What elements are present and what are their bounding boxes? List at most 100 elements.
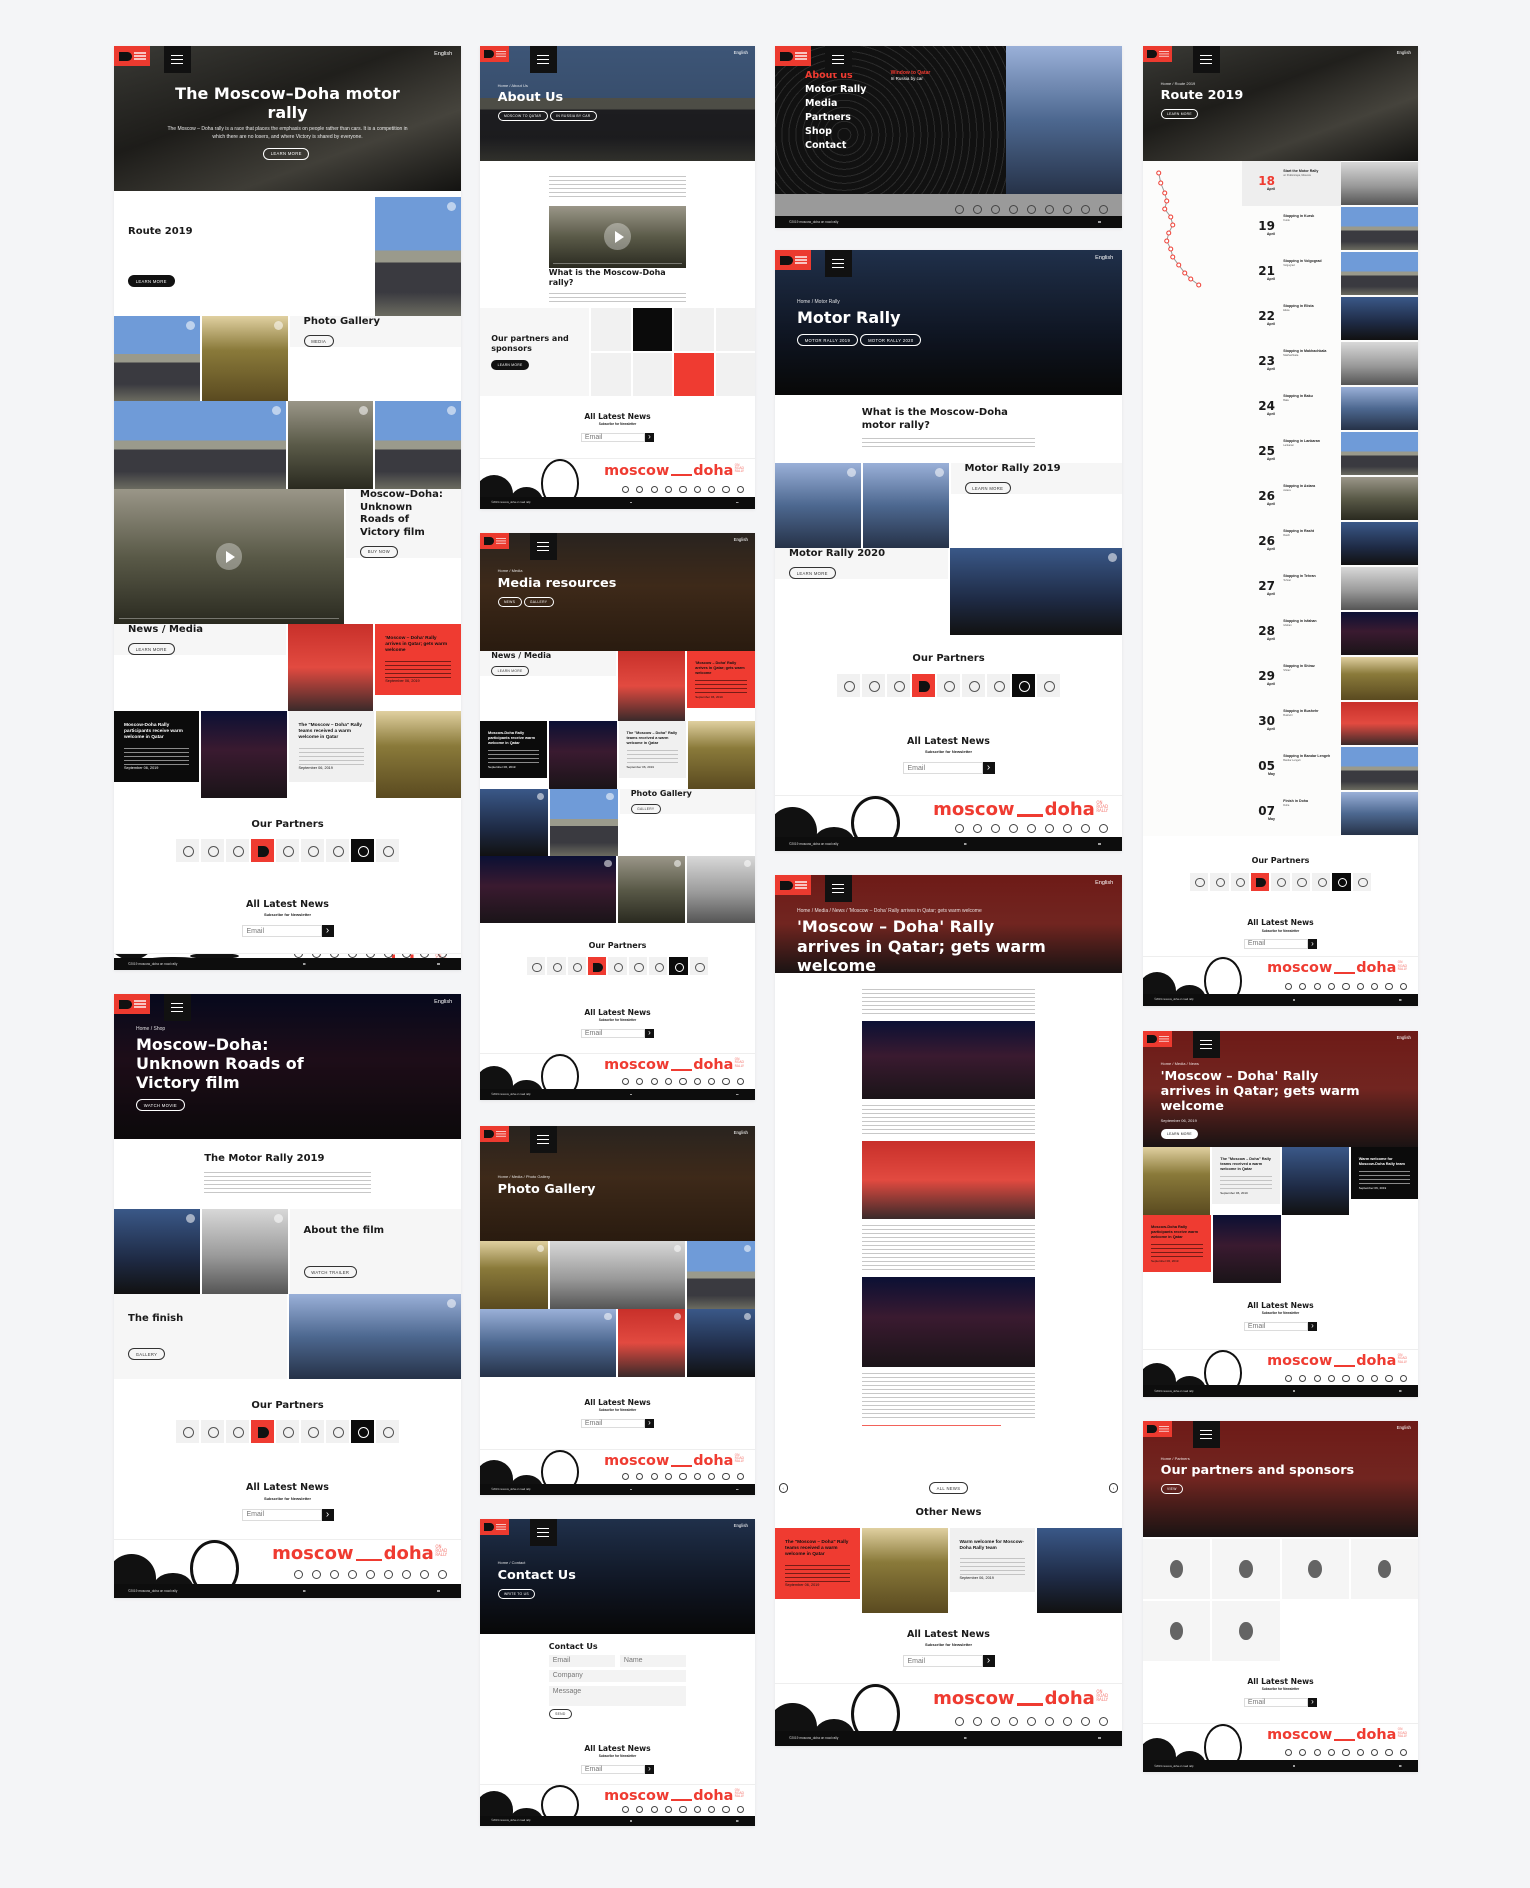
- subscribe-button[interactable]: ›: [1307, 1321, 1318, 1332]
- qatar-logo[interactable]: [176, 1420, 199, 1444]
- partner-logo-icon[interactable]: [1299, 1374, 1307, 1382]
- news-card[interactable]: The "Moscow – Doha" Rally teams received…: [618, 721, 686, 779]
- menu-button[interactable]: [164, 994, 191, 1021]
- state-emblem[interactable]: [1230, 872, 1249, 891]
- site-logo[interactable]: [775, 875, 811, 895]
- email-input[interactable]: Email: [580, 432, 645, 443]
- learn-more-button[interactable]: Learn more: [128, 275, 175, 288]
- gallery-photo[interactable]: [201, 316, 288, 401]
- site-logo[interactable]: [775, 46, 811, 66]
- ministry-emblem[interactable]: [547, 957, 566, 976]
- email-input[interactable]: Email: [902, 1655, 983, 1668]
- hero-button-1[interactable]: In Russia by car: [549, 110, 597, 121]
- email-input[interactable]: Email: [1243, 1321, 1308, 1332]
- expand-icon[interactable]: [674, 1313, 682, 1321]
- partner-logo-icon[interactable]: [708, 1077, 716, 1086]
- section-button[interactable]: Gallery: [630, 804, 661, 815]
- partner-logo-icon[interactable]: [621, 485, 629, 493]
- partner-logo-icon[interactable]: [973, 824, 983, 834]
- partner-logo-icon[interactable]: [1009, 1716, 1019, 1726]
- expand-icon[interactable]: [273, 321, 283, 330]
- moscow-doha-mark[interactable]: [674, 353, 714, 396]
- partner-logo-icon[interactable]: [1313, 982, 1321, 991]
- film-video[interactable]: [114, 489, 344, 624]
- expand-icon[interactable]: [604, 1313, 612, 1321]
- ring-logo[interactable]: [1212, 1539, 1280, 1599]
- state-emblem[interactable]: [226, 1420, 249, 1444]
- partner-logo-icon[interactable]: [722, 1077, 730, 1086]
- menu-button[interactable]: [1193, 1031, 1220, 1058]
- film-photo[interactable]: [114, 1209, 200, 1294]
- route-stop[interactable]: 25 April Stopping in Lankaran Lankaran: [1143, 431, 1418, 476]
- partner-logo-icon[interactable]: [1045, 204, 1055, 214]
- partner-logo-icon[interactable]: [1327, 1749, 1336, 1757]
- menu-button[interactable]: [530, 1519, 557, 1546]
- menu-button[interactable]: [1193, 46, 1220, 73]
- expand-icon[interactable]: [447, 1299, 456, 1308]
- site-logo[interactable]: [480, 1519, 509, 1535]
- send-button[interactable]: Send: [548, 1709, 572, 1720]
- news-card[interactable]: Warm welcome for Moscow-Doha Rally team S…: [949, 1528, 1035, 1593]
- partner-logo-icon[interactable]: [402, 954, 412, 958]
- menu-button[interactable]: [530, 46, 557, 73]
- road-sign-logo[interactable]: [962, 673, 985, 697]
- uaz-logo[interactable]: [632, 353, 673, 396]
- ministry-emblem[interactable]: [862, 673, 885, 697]
- uaz-logo[interactable]: [326, 839, 349, 863]
- partner-logo-icon[interactable]: [1385, 1749, 1393, 1757]
- partner-logo-icon[interactable]: [1045, 1716, 1055, 1726]
- gallery-photo[interactable]: [480, 856, 616, 923]
- route-stop[interactable]: 26 April Stopping in Astara Astara: [1143, 476, 1418, 521]
- road-sign-logo[interactable]: [301, 839, 324, 863]
- about-video[interactable]: [548, 205, 687, 268]
- partner-logo-icon[interactable]: [1009, 204, 1019, 214]
- partner-logo-icon[interactable]: [294, 1570, 304, 1580]
- partner-logo-icon[interactable]: [1284, 1374, 1292, 1382]
- partner-logo-icon[interactable]: [991, 204, 1001, 214]
- name-field[interactable]: Name: [619, 1655, 687, 1668]
- expand-icon[interactable]: [606, 793, 614, 801]
- moscow-doha-black-logo[interactable]: [669, 957, 688, 976]
- partner-logo-icon[interactable]: [1399, 1374, 1407, 1382]
- victory-museum-logo[interactable]: [276, 839, 299, 863]
- message-field[interactable]: Message: [548, 1685, 687, 1707]
- partner-logo-icon[interactable]: [973, 204, 983, 214]
- news-card[interactable]: The "Moscow – Doha" Rally teams received…: [775, 1528, 861, 1599]
- subscribe-button[interactable]: ›: [644, 432, 655, 443]
- all-news-button[interactable]: All news: [928, 1481, 969, 1495]
- partner-logo-icon[interactable]: [736, 485, 744, 493]
- victory-museum-logo[interactable]: [276, 1420, 299, 1444]
- partner-logo-icon[interactable]: [973, 1716, 983, 1726]
- partner-logo-icon[interactable]: [636, 1805, 644, 1813]
- route-stop[interactable]: 24 April Stopping in Baku Baku: [1143, 386, 1418, 431]
- partner-logo-icon[interactable]: [1027, 824, 1037, 834]
- nav-item[interactable]: Partners: [805, 112, 866, 123]
- route-stop[interactable]: 30 April Stopping in Bushehr Bushehr: [1143, 701, 1418, 746]
- route-stop[interactable]: 07 May Finish in Doha Doha: [1143, 791, 1418, 836]
- film-photo[interactable]: [201, 1209, 288, 1294]
- partner-logo-icon[interactable]: [1327, 982, 1336, 991]
- expand-icon[interactable]: [447, 406, 456, 415]
- menu-button[interactable]: [530, 1126, 557, 1153]
- expand-icon[interactable]: [359, 406, 369, 415]
- ministry-emblem[interactable]: [1210, 872, 1229, 891]
- partner-logo-icon[interactable]: [621, 1077, 629, 1086]
- uaz-logo[interactable]: [987, 673, 1010, 697]
- russian-rally-logo[interactable]: [376, 839, 399, 863]
- hero-button-1[interactable]: Gallery: [523, 596, 554, 607]
- russian-rally-logo[interactable]: [376, 1420, 399, 1444]
- partner-logo-icon[interactable]: [693, 1805, 701, 1813]
- subscribe-button[interactable]: ›: [321, 1508, 334, 1521]
- news-card[interactable]: The "Moscow – Doha" Rally teams received…: [288, 711, 374, 782]
- partner-logo-icon[interactable]: [1371, 1749, 1379, 1757]
- route-stop[interactable]: 27 April Stopping in Tehran Tehran: [1143, 566, 1418, 611]
- expand-icon[interactable]: [674, 860, 682, 868]
- gallery-photo[interactable]: [687, 856, 755, 923]
- gallery-photo[interactable]: [549, 789, 618, 856]
- news-card[interactable]: Moscow-Doha Rally participants receive w…: [480, 721, 548, 779]
- victory-museum-logo[interactable]: [937, 673, 960, 697]
- menu-button[interactable]: [530, 533, 557, 560]
- partner-logo-icon[interactable]: [1356, 1374, 1364, 1382]
- partner-logo-icon[interactable]: [438, 1570, 448, 1580]
- partner-logo-icon[interactable]: [650, 485, 658, 493]
